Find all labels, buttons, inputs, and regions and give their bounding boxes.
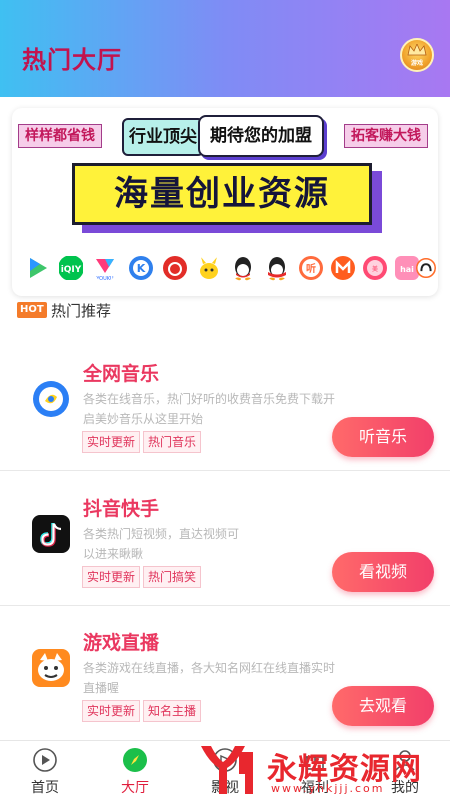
list-item[interactable]: 抖音快手 各类热门短视频，直达视频可以进来瞅瞅 实时更新 热门搞笑 看视频 <box>0 472 450 606</box>
card-tag: 热门搞笑 <box>143 566 202 588</box>
card-description: 各类在线音乐，热门好听的收费音乐免费下载开启美妙音乐从这里开始 <box>83 392 336 426</box>
iqiyi-icon: iQIY <box>59 256 83 280</box>
page-title: 热门大厅 <box>22 46 122 74</box>
banner-tag-left: 样样都省钱 <box>18 124 102 148</box>
card-tag: 实时更新 <box>82 431 141 453</box>
svg-text:YOUKU: YOUKU <box>95 276 114 281</box>
gift-icon <box>306 756 324 770</box>
nav-label: 我的 <box>391 780 419 796</box>
nav-label: 影视 <box>211 780 239 796</box>
mm-icon <box>416 258 436 278</box>
ting-icon: 听 <box>299 256 323 280</box>
nav-item-home[interactable]: 首页 <box>0 741 90 800</box>
card-title: 全网音乐 <box>83 363 160 385</box>
music-icon <box>33 381 69 417</box>
netease-music-icon <box>163 256 187 280</box>
qq-icon <box>235 257 251 281</box>
svg-text:美: 美 <box>372 265 378 273</box>
douyin-icon <box>32 515 70 553</box>
card-title: 游戏直播 <box>83 632 160 654</box>
divider <box>0 470 450 471</box>
kuwo-icon: K <box>129 256 153 280</box>
nav-item-video[interactable]: 影视 <box>180 741 270 800</box>
list-item[interactable]: 游戏直播 各类游戏在线直播，各大知名网红在线直播实时直播喔 实时更新 知名主播 去… <box>0 606 450 740</box>
card-tag: 知名主播 <box>143 700 202 722</box>
mgtv-icon <box>331 256 355 280</box>
nav-item-mine[interactable]: 我的 <box>360 741 450 800</box>
nav-label: 福利 <box>301 780 329 796</box>
nav-item-hall[interactable]: 大厅 <box>90 741 180 800</box>
card-tag: 热门音乐 <box>143 431 202 453</box>
avatar-label: 游戏 <box>410 60 423 67</box>
card-tags: 实时更新 知名主播 <box>82 700 204 722</box>
svg-text:K: K <box>137 262 146 275</box>
top-header: 热门大厅 游戏 <box>0 0 450 97</box>
compass-icon <box>123 748 147 772</box>
card-tag: 实时更新 <box>82 700 141 722</box>
user-icon <box>395 750 415 771</box>
card-tags: 实时更新 热门搞笑 <box>82 566 204 588</box>
crown-icon <box>407 44 427 56</box>
game-live-icon <box>32 649 70 687</box>
bilibili-icon <box>200 257 218 279</box>
promo-banner[interactable]: 样样都省钱 行业顶尖 期待您的加盟 拓客赚大钱 海量创业资源 iQIY YOUK… <box>12 108 438 296</box>
card-description: 各类热门短视频，直达视频可以进来瞅瞅 <box>83 527 240 561</box>
list-item[interactable]: 全网音乐 各类在线音乐，热门好听的收费音乐免费下载开启美妙音乐从这里开始 实时更… <box>0 337 450 471</box>
bottom-nav: 首页 大厅 影视 福利 我的 <box>0 740 450 800</box>
watch-video-button[interactable]: 看视频 <box>332 552 434 592</box>
video-icon <box>213 748 237 772</box>
meiyan-icon: 美 <box>363 256 387 280</box>
banner-headline: 海量创业资源 <box>72 163 372 225</box>
app-logo-row: iQIY YOUKU K 听 美 hai <box>24 255 436 285</box>
youku-icon: YOUKU <box>95 259 114 281</box>
watch-live-button[interactable]: 去观看 <box>332 686 434 726</box>
nav-label: 首页 <box>31 780 59 796</box>
qq-music-icon <box>268 257 286 281</box>
listen-music-button[interactable]: 听音乐 <box>332 417 434 457</box>
banner-pill-left: 行业顶尖 <box>122 118 204 156</box>
card-tags: 实时更新 热门音乐 <box>82 431 204 453</box>
nav-label: 大厅 <box>121 780 149 796</box>
card-tag: 实时更新 <box>82 566 141 588</box>
nav-item-welfare[interactable]: 福利 <box>270 741 360 800</box>
svg-text:听: 听 <box>306 262 316 275</box>
card-description: 各类游戏在线直播，各大知名网红在线直播实时直播喔 <box>83 661 336 695</box>
section-title: 热门推荐 <box>51 302 112 320</box>
svg-text:hai: hai <box>400 265 414 274</box>
banner-tag-right: 拓客赚大钱 <box>344 124 428 148</box>
card-title: 抖音快手 <box>83 498 160 520</box>
avatar[interactable]: 游戏 <box>400 38 434 72</box>
video-play-icon <box>30 258 47 278</box>
svg-text:iQIY: iQIY <box>61 265 82 275</box>
banner-pill-right: 期待您的加盟 <box>198 115 324 157</box>
hot-badge: HOT <box>17 302 47 318</box>
play-circle-icon <box>33 748 57 772</box>
